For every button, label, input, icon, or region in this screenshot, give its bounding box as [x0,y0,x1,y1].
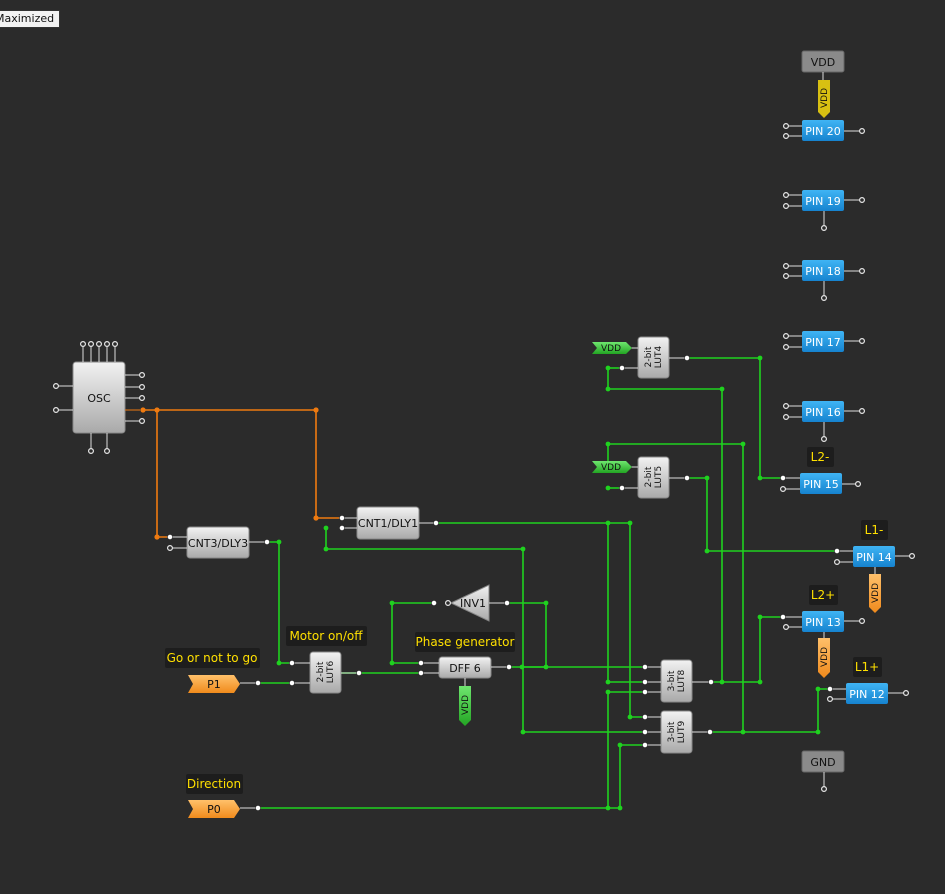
note-motor: Motor on/off [286,626,367,646]
p0-port[interactable]: P0 [188,800,261,818]
pin12-label: PIN 12 [849,688,885,701]
lut8-label: 3-bitLUT8 [667,670,687,693]
lut9-block[interactable]: 3-bitLUT9 [642,710,713,754]
pin17[interactable]: PIN 17 [782,331,865,352]
clock-wires [140,407,344,540]
lut4-label-line2: LUT4 [654,346,664,369]
pin16-label: PIN 16 [805,406,841,419]
lut6-label: 2-bitLUT6 [316,661,336,684]
p1-label: P1 [207,678,221,691]
lut8-block[interactable]: 3-bitLUT8 [642,659,714,703]
note-l2minus-text: L2- [811,450,830,464]
note-go-text: Go or not to go [167,651,258,665]
note-direction: Direction [186,774,243,794]
p0-label: P0 [207,803,221,816]
vdd-pin13-tag: VDD [818,638,830,678]
signal-wires [258,355,837,811]
cnt1-label: CNT1/DLY1 [358,517,418,530]
note-l1plus: L1+ [853,657,882,677]
note-l2plus: L2+ [809,585,838,605]
pin13-label: PIN 13 [805,616,841,629]
vdd-lut5-tag: VDD [592,461,632,473]
lut5-label-line1: 2-bit [644,466,654,487]
vdd-pin13-label: VDD [820,647,830,667]
vdd-dff-tag: VDD [459,686,471,726]
note-l1plus-text: L1+ [855,660,879,674]
inv1-label: INV1 [460,597,486,610]
lut9-label-line1: 3-bit [667,721,677,742]
gnd-block[interactable]: GND [801,750,845,792]
lut8-label-line2: LUT8 [677,670,687,693]
lut8-label-line1: 3-bit [667,670,677,691]
vdd-top-block[interactable]: VDD VDD [801,50,845,118]
note-l2minus: L2- [807,447,834,467]
lut6-label-line1: 2-bit [316,661,326,682]
dff6-block[interactable]: DFF 6 [418,656,512,686]
osc-block[interactable]: OSC [52,341,146,455]
pin15-label: PIN 15 [803,478,839,491]
lut4-block[interactable]: 2-bitLUT4 [619,336,690,379]
pin20[interactable]: PIN 20 [782,120,865,141]
lut6-label-line2: LUT6 [326,661,336,684]
pin18[interactable]: PIN 18 [782,260,865,302]
vdd-lut4-label: VDD [601,344,621,354]
vdd-lut5-label: VDD [601,463,621,473]
osc-label: OSC [87,392,111,405]
lut9-label: 3-bitLUT9 [667,721,687,744]
inv1-block[interactable]: INV1 [431,584,510,622]
dff6-label: DFF 6 [449,662,481,675]
pin17-label: PIN 17 [805,336,841,349]
cnt3-block[interactable]: CNT3/DLY3 [167,526,270,559]
pin19-label: PIN 19 [805,195,841,208]
pin14[interactable]: PIN 14 [833,546,915,574]
vdd-lut4-tag: VDD [592,342,632,354]
note-l1minus: L1- [861,520,888,540]
schematic-canvas: OSC CNT3/DLY3 CNT1/DLY1 INV1 DFF 6 VDD 2… [52,50,915,818]
vdd-top-label: VDD [811,56,835,69]
lut4-label-line1: 2-bit [644,346,654,367]
lut4-label: 2-bitLUT4 [644,346,664,369]
note-phase: Phase generator [415,632,515,652]
pin13[interactable]: PIN 13 [780,611,865,638]
vdd-pin14-label: VDD [871,583,881,603]
lut5-label: 2-bitLUT5 [644,466,664,488]
note-go: Go or not to go [165,648,260,668]
vdd-pin14-tag: VDD [869,574,881,613]
note-direction-text: Direction [187,777,241,791]
pin19[interactable]: PIN 19 [782,190,865,232]
gnd-label: GND [810,756,835,769]
cnt1-block[interactable]: CNT1/DLY1 [339,506,439,540]
note-motor-text: Motor on/off [289,629,363,643]
pin18-label: PIN 18 [805,265,841,278]
lut5-label-line2: LUT5 [654,466,664,488]
pin14-label: PIN 14 [856,551,892,564]
lut6-block[interactable]: 2-bitLUT6 [289,651,362,694]
cnt3-label: CNT3/DLY3 [188,537,248,550]
pin20-label: PIN 20 [805,125,841,138]
lut9-label-line2: LUT9 [677,721,687,744]
pin15[interactable]: PIN 15 [779,473,861,494]
vdd-dff-label: VDD [461,695,471,715]
vdd-top-tag-label: VDD [820,88,830,108]
note-l2plus-text: L2+ [811,588,835,602]
p1-port[interactable]: P1 [188,675,261,693]
note-phase-text: Phase generator [416,635,515,649]
note-l1minus-text: L1- [865,523,884,537]
pin12[interactable]: PIN 12 [826,683,909,704]
pin16[interactable]: PIN 16 [782,401,865,443]
lut5-block[interactable]: 2-bitLUT5 [619,456,690,499]
